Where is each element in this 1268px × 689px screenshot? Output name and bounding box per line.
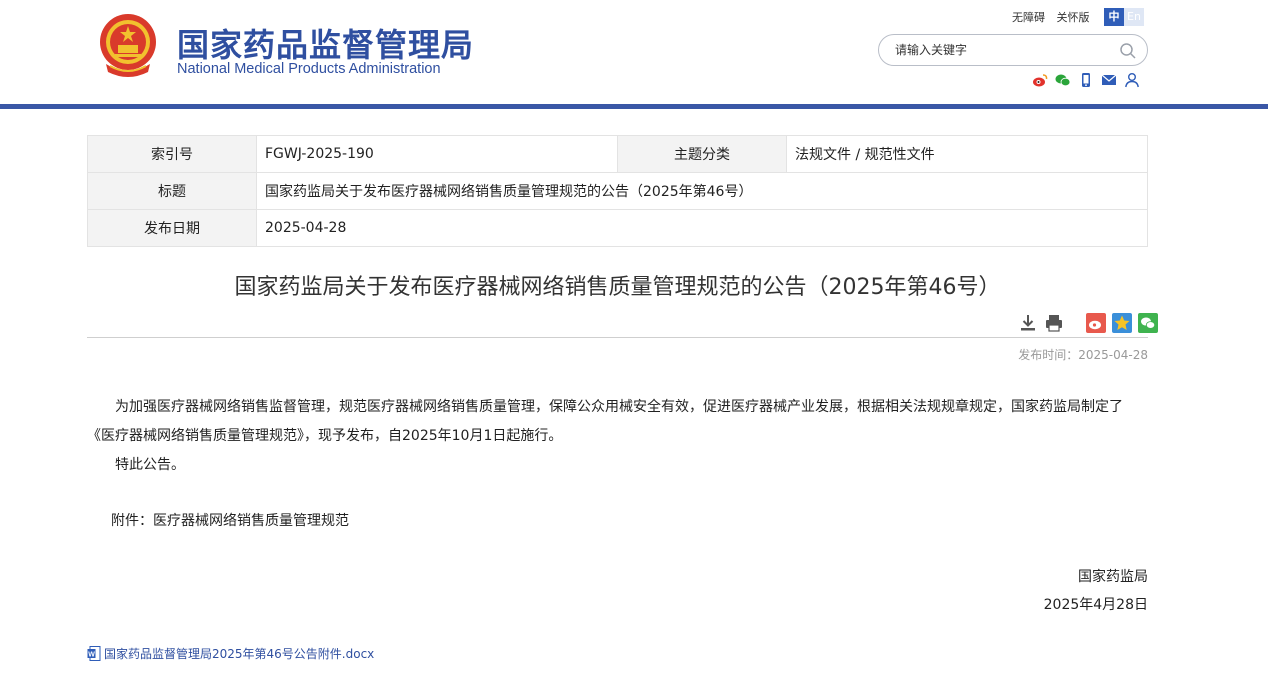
download-icon[interactable] [1018,313,1038,333]
search-box [878,34,1148,66]
search-icon[interactable] [1119,42,1137,60]
user-icon[interactable] [1124,72,1140,88]
attachment-file-link[interactable]: W 国家药品监督管理局2025年第46号公告附件.docx [87,645,374,662]
index-label: 索引号 [87,135,257,173]
share-weibo-icon[interactable] [1086,313,1106,333]
share-qzone-icon[interactable] [1112,313,1132,333]
print-icon[interactable] [1044,313,1064,333]
language-switch: 中 En [1104,8,1144,26]
table-row: 索引号 FGWJ-2025-190 主题分类 法规文件 / 规范性文件 [87,135,1148,173]
category-label: 主题分类 [617,135,787,173]
title-label: 标题 [87,172,257,210]
article-tools [1018,313,1158,333]
site-logo-title[interactable]: 国家药品监督管理局 [177,20,474,66]
title-value: 国家药监局关于发布医疗器械网络销售质量管理规范的公告（2025年第46号） [256,172,1148,210]
title-divider [87,337,1148,338]
national-emblem-icon [100,14,156,77]
accessibility-link[interactable]: 无障碍 [1012,11,1045,24]
header-divider [0,104,1268,109]
publish-time: 发布时间：2025-04-28 [1018,348,1148,362]
signature-organization: 国家药监局 [1078,569,1148,585]
index-value: FGWJ-2025-190 [256,135,618,173]
weibo-icon[interactable] [1032,72,1048,88]
top-links: 无障碍 关怀版 [1012,9,1098,25]
attachment-file-name[interactable]: 国家药品监督管理局2025年第46号公告附件.docx [104,645,374,662]
article-paragraph: 特此公告。 [115,457,185,473]
wechat-icon[interactable] [1055,72,1071,88]
category-value: 法规文件 / 规范性文件 [786,135,1148,173]
lang-en-button[interactable]: En [1124,8,1144,26]
social-links [1032,72,1140,88]
mail-icon[interactable] [1101,72,1117,88]
mobile-icon[interactable] [1078,72,1094,88]
care-mode-link[interactable]: 关怀版 [1057,11,1090,24]
word-document-icon: W [87,646,101,661]
share-wechat-icon[interactable] [1138,313,1158,333]
date-value: 2025-04-28 [256,209,1148,247]
article-paragraph: 为加强医疗器械网络销售监督管理，规范医疗器械网络销售质量管理，保障公众用械安全有… [87,399,1123,444]
table-row: 发布日期 2025-04-28 [87,209,1148,247]
site-logo-subtitle[interactable]: National Medical Products Administration [177,61,441,77]
svg-text:W: W [88,652,95,659]
search-input[interactable] [895,41,1115,59]
document-info-table: 索引号 FGWJ-2025-190 主题分类 法规文件 / 规范性文件 标题 国… [87,135,1148,247]
signature-date: 2025年4月28日 [1043,597,1148,613]
article-title: 国家药监局关于发布医疗器械网络销售质量管理规范的公告（2025年第46号） [234,275,1001,300]
date-label: 发布日期 [87,209,257,247]
site-header: 国家药品监督管理局 National Medical Products Admi… [0,0,1268,104]
article-body: 为加强医疗器械网络销售监督管理，规范医疗器械网络销售质量管理，保障公众用械安全有… [87,393,1148,536]
attachment-line: 附件：医疗器械网络销售质量管理规范 [111,513,349,529]
table-row: 标题 国家药监局关于发布医疗器械网络销售质量管理规范的公告（2025年第46号） [87,172,1148,210]
lang-zh-button[interactable]: 中 [1104,8,1124,26]
